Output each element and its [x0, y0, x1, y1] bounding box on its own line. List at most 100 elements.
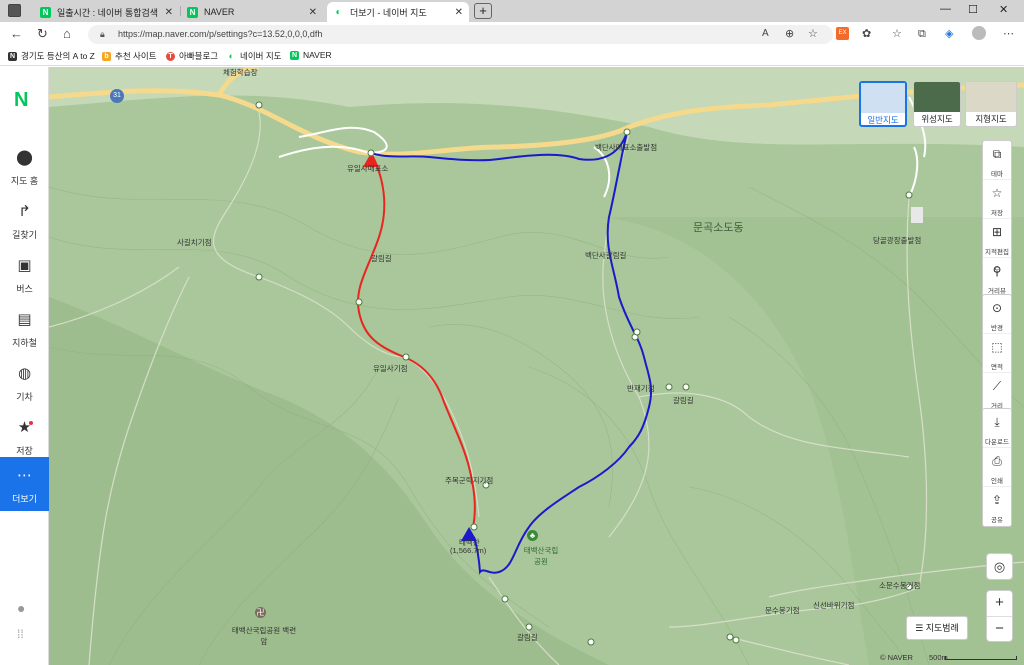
list-icon: ☰: [915, 623, 926, 633]
grid-icon: ⊞: [991, 225, 1003, 239]
browser-tab-bar: N 일출시간 : 네이버 통합검색 ✕ N NAVER ✕ ◐ 더보기 - 네이…: [0, 0, 1024, 22]
bookmark-label: 아빠블로그: [179, 51, 219, 61]
nav-bus[interactable]: ▣ 버스: [0, 247, 49, 301]
radius-icon: ⊙: [991, 301, 1003, 315]
nav-saved[interactable]: ★ 저장: [0, 409, 49, 463]
radius-button[interactable]: ⊙ 반경: [983, 295, 1011, 334]
nav-label: 버스: [16, 284, 33, 294]
favorites-bar-icon[interactable]: ☆: [892, 26, 902, 42]
refresh-icon[interactable]: ↻: [37, 26, 48, 42]
user-icon[interactable]: ●: [17, 600, 25, 616]
theme-button[interactable]: ⧉ 테마: [983, 141, 1011, 180]
map-thumb: [914, 82, 960, 112]
nav-more[interactable]: ⋯ 더보기: [0, 457, 49, 511]
cadastral-button[interactable]: ⊞ 지적편집도: [983, 219, 1011, 274]
new-tab-button[interactable]: +: [474, 3, 492, 19]
park-icon: ♣: [527, 530, 538, 541]
favorite-icon[interactable]: ☆: [808, 26, 818, 42]
map-legend-button[interactable]: ☰ 지도범례: [906, 616, 968, 640]
read-aloud-icon[interactable]: A: [762, 26, 769, 42]
map-type-terrain[interactable]: 지형지도: [965, 81, 1017, 127]
copilot-icon[interactable]: ◈: [945, 26, 953, 42]
bookmark-label: NAVER: [303, 50, 332, 60]
zoom-in-button[interactable]: +: [987, 591, 1012, 617]
export-tools-group: ⤓ 다운로드 ⎙ 인쇄 ⇪ 공유: [982, 408, 1012, 527]
nav-directions[interactable]: ↱ 길찾기: [0, 193, 49, 247]
close-window-icon[interactable]: ✕: [999, 3, 1008, 16]
map-label: 백단사매표소출발점: [595, 143, 658, 152]
map-type-satellite[interactable]: 위성지도: [913, 81, 961, 127]
nav-train[interactable]: ◍ 기차: [0, 355, 49, 409]
temple-icon: 卍: [255, 607, 266, 618]
tab-close-icon[interactable]: ✕: [309, 7, 317, 18]
map-label: 사길치기점: [177, 238, 212, 247]
minimize-icon[interactable]: —: [940, 3, 951, 15]
bookmark-icon: b: [102, 51, 111, 61]
area-label: 문곡소도동: [693, 222, 744, 234]
map-label: (1,566.7m): [450, 546, 487, 555]
map-label: 유일사기점: [373, 364, 408, 373]
nav-subway[interactable]: ▤ 지하철: [0, 301, 49, 355]
download-button[interactable]: ⤓ 다운로드: [983, 409, 1011, 448]
more-icon: ⋯: [17, 467, 32, 484]
naver-logo[interactable]: N: [14, 89, 28, 112]
tab-close-icon[interactable]: ✕: [165, 7, 173, 18]
extensions-puzzle-icon[interactable]: ✿: [862, 26, 871, 42]
zoom-icon[interactable]: ⊕: [785, 26, 794, 42]
share-button[interactable]: ⇪ 공유: [983, 487, 1011, 526]
map-type-normal[interactable]: 일반지도: [859, 81, 907, 127]
star-outline-icon: ☆: [991, 186, 1003, 200]
map-canvas[interactable]: 체험학습장 31 유일사매표소 백단사매표소출발점 사길치기점 갈림길 백단사갈…: [49, 67, 1024, 665]
streetview-button[interactable]: ⚲ 거리뷰: [983, 258, 1011, 297]
tab-naver-map[interactable]: ◐ 더보기 - 네이버 지도 ✕: [327, 2, 469, 22]
tab-close-icon[interactable]: ✕: [455, 7, 463, 18]
collections-icon[interactable]: ⧉: [918, 26, 926, 42]
directions-icon: ↱: [18, 203, 31, 220]
tool-label: 저장: [991, 210, 1003, 217]
nav-label: 저장: [16, 446, 33, 456]
legend-label: 지도범례: [925, 623, 959, 633]
address-bar[interactable]: 🔒︎ https://map.naver.com/p/settings?c=13…: [88, 25, 833, 44]
tab-label: NAVER: [204, 7, 235, 17]
lock-icon: 🔒︎: [100, 29, 105, 39]
home-icon[interactable]: ⌂: [63, 26, 71, 42]
bookmark-item[interactable]: b 추천 사이트: [102, 50, 156, 62]
map-thumb: [861, 83, 905, 113]
bookmark-item[interactable]: N NAVER: [290, 50, 332, 60]
back-icon[interactable]: ←: [10, 26, 23, 42]
tab-label: 일출시간 : 네이버 통합검색: [57, 7, 159, 18]
tab-search[interactable]: N 일출시간 : 네이버 통합검색 ✕: [34, 2, 179, 22]
star-icon: ★: [17, 419, 32, 436]
tab-naver[interactable]: N NAVER ✕: [181, 2, 323, 22]
current-location-button[interactable]: ◎: [986, 553, 1013, 580]
layers-icon: ⧉: [992, 147, 1002, 161]
nav-map-home[interactable]: ⬤ 지도 홈: [0, 139, 49, 193]
tab-label: 더보기 - 네이버 지도: [350, 7, 427, 18]
bookmark-item[interactable]: N 경기도 등산의 A to Z: [8, 50, 95, 62]
bookmark-item[interactable]: ◐ 네이버 지도: [227, 50, 281, 62]
area-button[interactable]: ⬚ 면적: [983, 334, 1011, 373]
bus-icon: ▣: [17, 257, 32, 274]
map-label-park: 태백산국립공원: [523, 546, 559, 566]
window-menu-icon[interactable]: [8, 4, 21, 17]
map-label: 태백산국립공원 백련암: [231, 626, 297, 646]
subway-icon: ▤: [17, 311, 32, 328]
map-footer: © NAVER 500m: [880, 653, 948, 662]
distance-button[interactable]: ⟋ 거리: [983, 373, 1011, 412]
save-button[interactable]: ☆ 저장: [983, 180, 1011, 219]
maximize-icon[interactable]: ☐: [968, 3, 978, 16]
extension-icon[interactable]: EX: [836, 27, 849, 40]
zoom-out-button[interactable]: −: [987, 617, 1012, 643]
print-button[interactable]: ⎙ 인쇄: [983, 448, 1011, 487]
naver-n-icon: N: [290, 50, 299, 60]
locate-icon: ◎: [993, 559, 1006, 574]
more-options-icon[interactable]: ⋯: [1003, 26, 1014, 42]
profile-avatar[interactable]: [972, 26, 986, 40]
bookmark-item[interactable]: T 아빠블로그: [166, 50, 218, 62]
map-type-label: 일반지도: [867, 115, 899, 125]
map-side-nav: N ⬤ 지도 홈 ↱ 길찾기 ▣ 버스 ▤ 지하철 ◍ 기차 ★ 저장 ⋯ 더보…: [0, 67, 49, 665]
apps-grid-icon[interactable]: ⁞⁞: [17, 627, 24, 641]
map-label: 갈림길: [517, 633, 538, 642]
train-icon: ◍: [17, 365, 32, 382]
nav-label: 지도 홈: [10, 176, 39, 186]
